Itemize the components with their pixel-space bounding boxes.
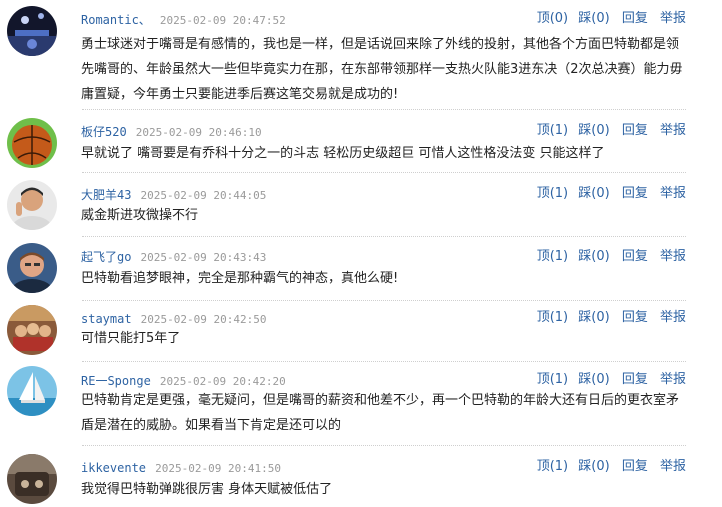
reply-button[interactable]: 回复 [622,182,648,201]
comment-text: 勇士球迷对于嘴哥是有感情的，我也是一样，但是话说回来除了外线的投射，其他各个方面… [81,37,683,102]
timestamp: 2025-02-09 20:47:52 [159,14,286,27]
upvote-button[interactable]: 顶(1) [537,182,568,201]
timestamp: 2025-02-09 20:46:10 [135,126,262,139]
username-link[interactable]: Romantic、 [81,13,151,27]
downvote-button[interactable]: 踩(0) [578,306,609,325]
username-link[interactable]: 大肥羊43 [81,188,131,202]
downvote-button[interactable]: 踩(0) [578,7,609,26]
username-link[interactable]: 板仔520 [81,125,127,139]
reply-button[interactable]: 回复 [622,119,648,138]
comment-text: 巴特勒肯定是更强，毫无疑问，但是嘴哥的薪资和他差不少，再一个巴特勒的年龄大还有日… [81,393,680,433]
divider [82,445,686,446]
reply-button[interactable]: 回复 [622,245,648,264]
upvote-button[interactable]: 顶(1) [537,245,568,264]
username-link[interactable]: ikkevente [81,461,146,475]
report-button[interactable]: 举报 [660,455,686,474]
downvote-button[interactable]: 踩(0) [578,182,609,201]
username-link[interactable]: RE一Sponge [81,374,151,388]
divider [82,109,686,110]
username-link[interactable]: staymat [81,312,132,326]
comment-text: 早就说了 嘴哥要是有乔科十分之一的斗志 轻松历史级超巨 可惜人这性格没法变 只能… [81,146,605,161]
timestamp: 2025-02-09 20:41:50 [155,462,281,475]
comment-text: 可惜只能打5年了 [81,331,181,346]
upvote-button[interactable]: 顶(1) [537,306,568,325]
avatar[interactable] [7,6,57,56]
report-button[interactable]: 举报 [660,182,686,201]
timestamp: 2025-02-09 20:42:20 [159,375,286,388]
reply-button[interactable]: 回复 [622,306,648,325]
report-button[interactable]: 举报 [660,119,686,138]
downvote-button[interactable]: 踩(0) [578,119,609,138]
reply-button[interactable]: 回复 [622,7,648,26]
report-button[interactable]: 举报 [660,7,686,26]
timestamp: 2025-02-09 20:43:43 [140,251,267,264]
comment-text: 我觉得巴特勒弹跳很厉害 身体天赋被低估了 [81,482,333,497]
avatar[interactable] [7,305,57,355]
report-button[interactable]: 举报 [660,245,686,264]
report-button[interactable]: 举报 [660,368,686,387]
divider [82,361,686,362]
reply-button[interactable]: 回复 [622,455,648,474]
downvote-button[interactable]: 踩(0) [578,368,609,387]
username-link[interactable]: 起飞了go [81,250,131,264]
divider [82,236,686,237]
comment-text: 威金斯进攻微操不行 [81,208,199,223]
timestamp: 2025-02-09 20:44:05 [140,189,267,202]
comment-text: 巴特勒看追梦眼神，完全是那种霸气的神态，真他么硬! [81,271,399,286]
upvote-button[interactable]: 顶(0) [537,7,568,26]
timestamp: 2025-02-09 20:42:50 [140,313,267,326]
avatar[interactable] [7,118,57,168]
upvote-button[interactable]: 顶(1) [537,119,568,138]
reply-button[interactable]: 回复 [622,368,648,387]
divider [82,300,686,301]
avatar[interactable] [7,180,57,230]
avatar[interactable] [7,366,57,416]
report-button[interactable]: 举报 [660,306,686,325]
downvote-button[interactable]: 踩(0) [578,455,609,474]
avatar[interactable] [7,454,57,504]
downvote-button[interactable]: 踩(0) [578,245,609,264]
divider [82,172,686,173]
avatar[interactable] [7,243,57,293]
upvote-button[interactable]: 顶(1) [537,368,568,387]
upvote-button[interactable]: 顶(1) [537,455,568,474]
